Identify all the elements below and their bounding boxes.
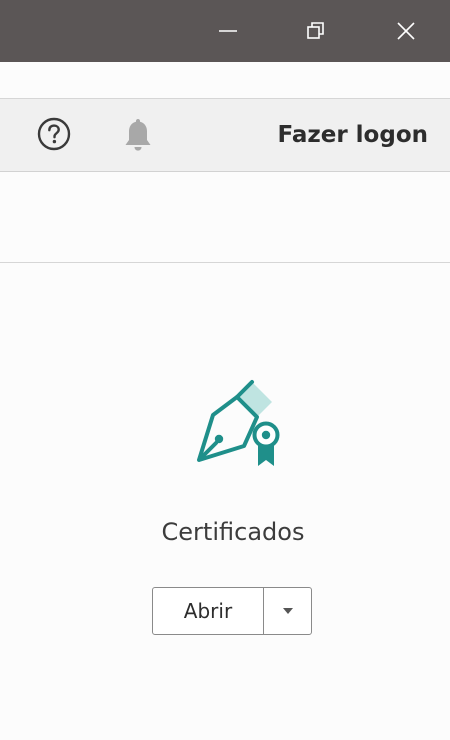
help-button[interactable] [36, 116, 72, 152]
help-circle-icon [37, 117, 71, 151]
restore-button[interactable] [286, 0, 346, 62]
open-button[interactable]: Abrir [153, 588, 263, 634]
title-bar [0, 0, 450, 62]
minimize-button[interactable] [198, 0, 258, 62]
app-window: Fazer logon Certificados Abrir [0, 0, 450, 740]
top-toolbar: Fazer logon [0, 99, 450, 172]
close-button[interactable] [376, 0, 436, 62]
close-icon [397, 22, 415, 40]
menu-strip [0, 62, 450, 99]
restore-icon [307, 22, 324, 39]
certificate-pen-icon [197, 380, 280, 466]
bell-icon [125, 119, 151, 151]
notifications-button[interactable] [120, 116, 156, 154]
content-header-band [0, 172, 450, 263]
minimize-icon [219, 30, 237, 32]
open-split-button: Abrir [152, 587, 312, 635]
caret-down-icon [282, 608, 293, 614]
open-dropdown-button[interactable] [264, 588, 311, 634]
sign-in-button[interactable]: Fazer logon [210, 113, 428, 157]
certificates-title: Certificados [161, 518, 305, 546]
